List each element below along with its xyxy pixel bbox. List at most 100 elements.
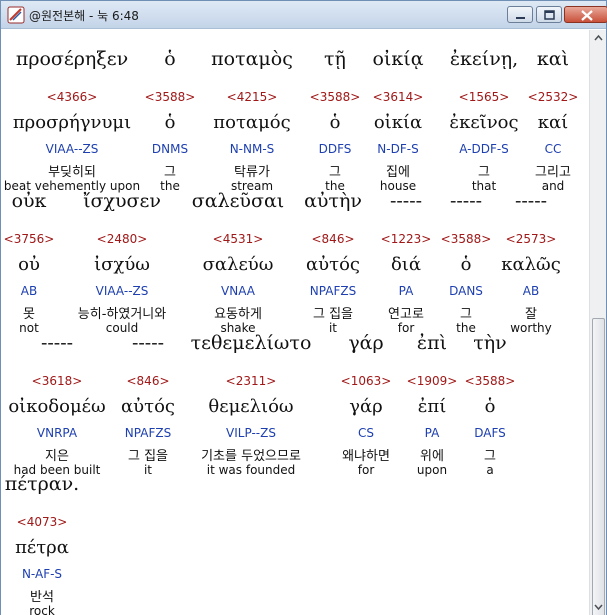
greek-word: τεθεμελίωτο: [190, 332, 312, 354]
morph-code: DANS: [449, 284, 483, 298]
greek-word: καὶ: [536, 48, 570, 70]
greek-word: οὐκ: [11, 190, 47, 212]
strong-number[interactable]: <3756>: [4, 232, 55, 246]
minimize-button[interactable]: [507, 6, 533, 23]
korean-gloss: 능히-하였거니와: [77, 307, 167, 322]
maximize-button[interactable]: [536, 6, 562, 23]
strong-number[interactable]: <2532>: [528, 90, 579, 104]
strong-number[interactable]: <3588>: [465, 374, 516, 388]
english-gloss: upon: [416, 463, 448, 477]
strong-number[interactable]: <3618>: [32, 374, 83, 388]
lemma-word: προσρήγνυμι: [12, 112, 132, 133]
greek-word: τὴν: [473, 332, 507, 354]
korean-gloss: 왜냐하면: [342, 449, 390, 464]
close-icon: [581, 10, 593, 21]
english-gloss: worthy: [510, 321, 552, 335]
morph-code: AB: [20, 284, 38, 298]
morph-code: A-DDF-S: [459, 142, 509, 156]
greek-word: ἐπὶ: [416, 332, 448, 354]
strong-number[interactable]: <3588>: [145, 90, 196, 104]
close-button[interactable]: [564, 6, 607, 23]
greek-word: σαλεῦσαι: [191, 190, 285, 212]
english-gloss: the: [160, 179, 180, 193]
lemma-word: καλῶς: [501, 254, 561, 275]
lemma-word: ὁ: [164, 112, 176, 133]
korean-gloss: 그: [164, 165, 176, 180]
greek-word: ὁ: [164, 48, 176, 70]
english-gloss: it: [143, 463, 153, 477]
morph-code: VIAA--ZS: [95, 284, 149, 298]
korean-gloss: 반석: [30, 590, 54, 605]
lemma-word: ἐπί: [417, 396, 447, 417]
lemma-word: σαλεύω: [202, 254, 274, 275]
greek-word: -----: [389, 190, 423, 212]
korean-gloss: 그리고: [535, 165, 571, 180]
scroll-down-icon[interactable]: [591, 599, 606, 615]
strong-number[interactable]: <846>: [311, 232, 354, 246]
greek-word: ἴσχυσεν: [83, 190, 161, 212]
strong-number[interactable]: <4531>: [213, 232, 264, 246]
korean-gloss: 그: [329, 165, 341, 180]
english-gloss: it: [328, 321, 338, 335]
morph-code: CS: [358, 426, 374, 440]
scroll-up-icon[interactable]: [591, 30, 606, 46]
lemma-word: πέτρα: [15, 537, 69, 558]
korean-gloss: 탁류가: [234, 165, 270, 180]
english-gloss: rock: [29, 604, 55, 615]
strong-number[interactable]: <2573>: [506, 232, 557, 246]
strong-number[interactable]: <2311>: [226, 374, 277, 388]
greek-word: τῇ: [324, 48, 346, 70]
morph-code: AB: [522, 284, 540, 298]
korean-gloss: 그: [478, 165, 490, 180]
english-gloss: not: [19, 321, 39, 335]
morph-code: VNAA: [221, 284, 255, 298]
greek-word: γάρ: [348, 332, 384, 354]
strong-number[interactable]: <4215>: [227, 90, 278, 104]
strong-number[interactable]: <1223>: [381, 232, 432, 246]
korean-gloss: 지은: [45, 449, 69, 464]
lemma-word: αὐτός: [306, 254, 360, 275]
morph-code: VIAA--ZS: [45, 142, 99, 156]
morph-code: NPAFZS: [309, 284, 357, 298]
strong-number[interactable]: <1565>: [459, 90, 510, 104]
lemma-word: διά: [390, 254, 422, 275]
strong-number[interactable]: <846>: [126, 374, 169, 388]
greek-word: -----: [131, 332, 165, 354]
strong-number[interactable]: <1063>: [341, 374, 392, 388]
korean-gloss: 그 집을: [312, 307, 354, 322]
morph-code: PA: [398, 284, 414, 298]
scroll-thumb[interactable]: [592, 318, 605, 615]
korean-gloss: 집에: [386, 165, 410, 180]
greek-word: -----: [40, 332, 74, 354]
lemma-word: οἰκία: [373, 112, 423, 133]
strong-number[interactable]: <3614>: [373, 90, 424, 104]
korean-gloss: 그 집을: [127, 449, 169, 464]
morph-code: DDFS: [318, 142, 352, 156]
title-bar[interactable]: @원전본해 - 눅 6:48: [1, 1, 607, 29]
english-gloss: it was founded: [206, 463, 296, 477]
english-gloss: for: [397, 321, 415, 335]
lemma-word: αὐτός: [121, 396, 175, 417]
morph-code: DNMS: [151, 142, 189, 156]
greek-word: αὐτὴν: [304, 190, 362, 212]
lemma-word: ὁ: [460, 254, 472, 275]
strong-number[interactable]: <3588>: [310, 90, 361, 104]
greek-word: προσέρηξεν: [15, 48, 129, 70]
strong-number[interactable]: <2480>: [97, 232, 148, 246]
lemma-word: ἰσχύω: [94, 254, 150, 275]
lemma-word: ὁ: [329, 112, 341, 133]
strong-number[interactable]: <4366>: [47, 90, 98, 104]
strong-number[interactable]: <3588>: [441, 232, 492, 246]
greek-word: πέτραν.: [4, 473, 80, 495]
interlinear-view[interactable]: προσέρηξεν <4366> προσρήγνυμι VIAA--ZS 부딪히되 b…: [1, 30, 589, 615]
app-window: @원전본해 - 눅 6:48 προσέρηξεν <4366> προσρήγνυ…: [0, 0, 607, 615]
korean-gloss: 연고로: [388, 307, 424, 322]
morph-code: N-DF-S: [377, 142, 419, 156]
strong-number[interactable]: <1909>: [407, 374, 458, 388]
vertical-scrollbar[interactable]: [589, 30, 606, 615]
app-icon: [7, 6, 25, 24]
lemma-word: θεμελιόω: [208, 396, 294, 417]
strong-number[interactable]: <4073>: [17, 515, 68, 529]
window-title: @원전본해 - 눅 6:48: [29, 9, 139, 23]
korean-gloss: 못: [23, 307, 35, 322]
